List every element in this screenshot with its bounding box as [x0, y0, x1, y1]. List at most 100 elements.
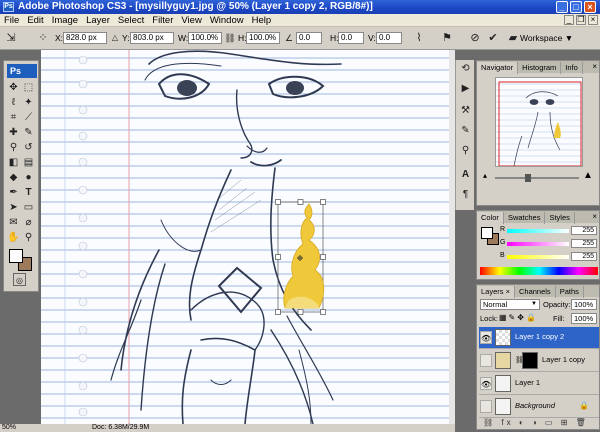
zoom-out-icon[interactable]: ▴	[483, 171, 487, 180]
tool-presets-icon[interactable]: ⚒	[459, 104, 472, 117]
workspace-button[interactable]: Workspace ▼	[520, 31, 594, 46]
tab-paths[interactable]: Paths	[556, 286, 584, 298]
slice-tool-icon[interactable]: ⟋	[22, 111, 35, 124]
hand-tool-icon[interactable]: ✋	[7, 231, 20, 244]
y-field[interactable]: 803.0 px	[130, 32, 174, 44]
menu-view[interactable]: View	[177, 14, 205, 27]
red-slider[interactable]	[507, 229, 569, 233]
cancel-transform-icon[interactable]: ⊘	[468, 31, 482, 45]
paragraph-panel-icon[interactable]: ¶	[459, 188, 472, 201]
magic-wand-tool-icon[interactable]: ✦	[22, 96, 35, 109]
gradient-tool-icon[interactable]: ▤	[22, 156, 35, 169]
x-field[interactable]: 828.0 px	[63, 32, 107, 44]
eraser-tool-icon[interactable]: ◧	[7, 156, 20, 169]
warp-icon[interactable]: ⌇	[412, 31, 426, 45]
minimize-button[interactable]: _	[556, 1, 568, 13]
doc-close-button[interactable]: ×	[588, 15, 598, 25]
doc-minimize-button[interactable]: _	[564, 15, 574, 25]
tab-info[interactable]: Info	[561, 62, 583, 74]
foreground-color-swatch[interactable]	[9, 249, 23, 263]
layer-name[interactable]: Layer 1 copy 2	[515, 332, 564, 341]
layer-name[interactable]: Background	[515, 401, 555, 410]
bridge-icon[interactable]: ⚑	[440, 31, 454, 45]
palette-well-icon[interactable]: ▰	[506, 31, 520, 45]
eye-visibility-toggle[interactable]	[480, 354, 492, 367]
history-panel-icon[interactable]: ⟲	[459, 62, 472, 75]
height-field[interactable]: 100.0%	[246, 32, 280, 44]
width-field[interactable]: 100.0%	[188, 32, 222, 44]
brushes-panel-icon[interactable]: ✎	[459, 124, 472, 137]
blue-value[interactable]: 255	[571, 252, 597, 261]
eyedropper-tool-icon[interactable]: ⌀	[22, 216, 35, 229]
layer-name[interactable]: Layer 1	[515, 378, 540, 387]
layer-row[interactable]: ⛓ Layer 1 copy	[479, 350, 599, 372]
green-value[interactable]: 255	[571, 239, 597, 248]
rotate-field[interactable]: 0.0	[296, 32, 322, 44]
reference-point-icon[interactable]: ⁘	[36, 31, 50, 45]
lasso-tool-icon[interactable]: ℓ	[7, 96, 20, 109]
healing-brush-tool-icon[interactable]: ✚	[7, 126, 20, 139]
history-brush-tool-icon[interactable]: ↺	[22, 141, 35, 154]
tab-channels[interactable]: Channels	[515, 286, 556, 298]
tab-histogram[interactable]: Histogram	[518, 62, 562, 74]
maximize-button[interactable]: □	[570, 1, 582, 13]
path-selection-tool-icon[interactable]: ➤	[7, 201, 20, 214]
move-tool-icon[interactable]: ✥	[7, 81, 20, 94]
shape-tool-icon[interactable]: ▭	[22, 201, 35, 214]
color-fg-swatch[interactable]	[481, 227, 493, 239]
menu-filter[interactable]: Filter	[148, 14, 177, 27]
layers-footer-icons[interactable]: ⛓ fx ◐ ◑ ▭ ⊞ 🗑	[479, 418, 599, 428]
notes-tool-icon[interactable]: ✉	[7, 216, 20, 229]
quick-mask-icon[interactable]: ◎	[13, 273, 26, 286]
menu-file[interactable]: File	[0, 14, 23, 27]
brush-tool-icon[interactable]: ✎	[22, 126, 35, 139]
h-skew-field[interactable]: 0.0	[338, 32, 364, 44]
dodge-tool-icon[interactable]: ●	[22, 171, 35, 184]
pen-tool-icon[interactable]: ✒	[7, 186, 20, 199]
panel-close-icon[interactable]: ×	[592, 61, 597, 73]
green-slider[interactable]	[507, 242, 569, 246]
tab-swatches[interactable]: Swatches	[504, 212, 546, 224]
layer-row[interactable]: 👁 Layer 1	[479, 373, 599, 395]
actions-panel-icon[interactable]: ▶	[459, 82, 472, 95]
relative-position-icon[interactable]: △	[108, 31, 122, 45]
layer-row[interactable]: 👁 Layer 1 copy 2	[479, 327, 599, 349]
tab-layers[interactable]: Layers ×	[477, 286, 515, 298]
navigator-zoom-slider[interactable]: ▴ ▲	[481, 170, 595, 183]
document-canvas[interactable]	[41, 50, 455, 424]
menu-help[interactable]: Help	[248, 14, 276, 27]
commit-transform-icon[interactable]: ✔	[486, 31, 500, 45]
lock-options-icon[interactable]: ▦✎✥🔒	[499, 313, 538, 322]
menu-edit[interactable]: Edit	[23, 14, 47, 27]
blue-slider[interactable]	[507, 255, 569, 259]
eye-icon[interactable]: 👁	[480, 377, 492, 390]
layer-name[interactable]: Layer 1 copy	[542, 355, 585, 364]
menu-select[interactable]: Select	[114, 14, 148, 27]
opacity-field[interactable]: 100%	[571, 299, 597, 310]
zoom-thumb[interactable]	[525, 174, 531, 182]
eye-visibility-toggle[interactable]	[480, 400, 492, 413]
menu-window[interactable]: Window	[206, 14, 248, 27]
menu-layer[interactable]: Layer	[82, 14, 114, 27]
crop-tool-icon[interactable]: ⌗	[7, 111, 20, 124]
eye-icon[interactable]: 👁	[480, 331, 492, 344]
tab-color[interactable]: Color	[477, 212, 504, 224]
zoom-tool-icon[interactable]: ⚲	[22, 231, 35, 244]
document-size[interactable]: Doc: 6.38M/29.9M	[92, 424, 149, 432]
blend-mode-select[interactable]: Normal ▼	[480, 299, 540, 310]
color-spectrum-bar[interactable]	[480, 267, 598, 275]
zoom-level[interactable]: 50%	[2, 424, 16, 432]
blur-tool-icon[interactable]: ◆	[7, 171, 20, 184]
move-transform-icon[interactable]: ⇲	[4, 31, 18, 45]
doc-restore-button[interactable]: ❐	[576, 15, 586, 25]
marquee-tool-icon[interactable]: ⬚	[22, 81, 35, 94]
navigator-thumbnail[interactable]	[495, 77, 583, 167]
zoom-in-icon[interactable]: ▲	[583, 170, 593, 181]
tab-styles[interactable]: Styles	[545, 212, 575, 224]
fill-field[interactable]: 100%	[571, 313, 597, 324]
menu-image[interactable]: Image	[48, 14, 82, 27]
link-icon[interactable]: ⛓	[223, 31, 237, 45]
red-value[interactable]: 255	[571, 226, 597, 235]
layer-row[interactable]: Background 🔒	[479, 396, 599, 418]
close-button[interactable]: ×	[584, 1, 596, 13]
